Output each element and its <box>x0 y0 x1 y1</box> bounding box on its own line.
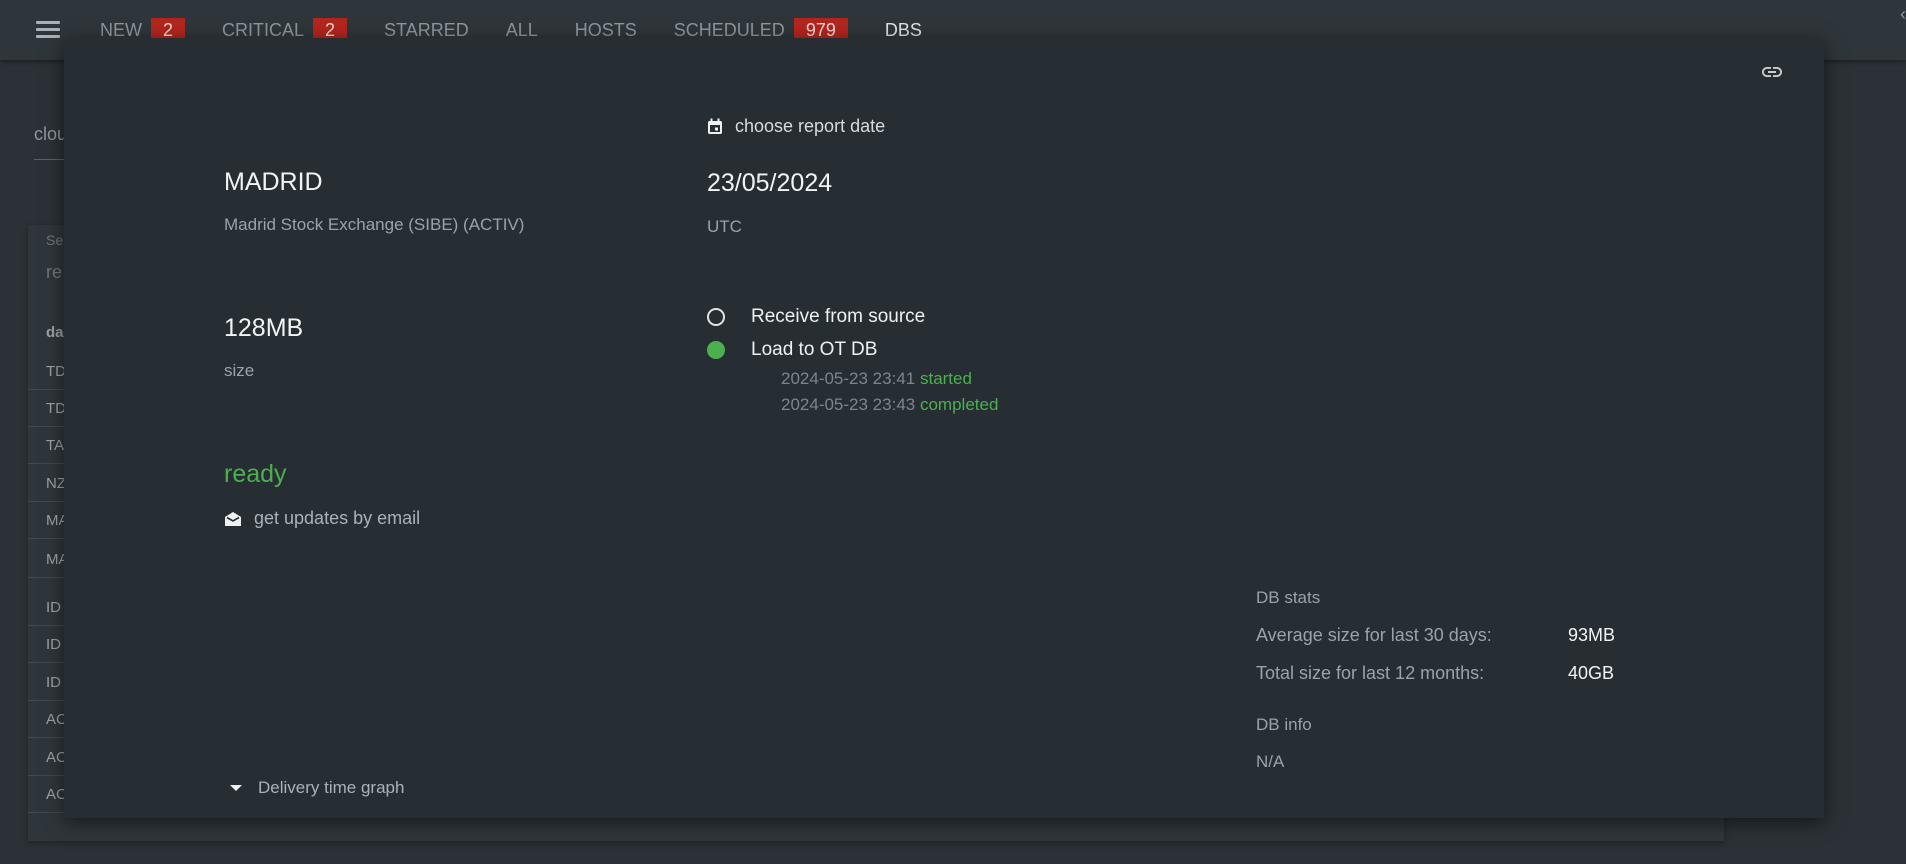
choose-report-date-button[interactable]: choose report date <box>707 116 885 137</box>
db-info-title: DB info <box>1256 715 1312 734</box>
db-info-value: N/A <box>1256 752 1285 771</box>
db-size-label: size <box>224 361 255 380</box>
step-label: Load to OT DB <box>751 339 878 360</box>
link-icon[interactable] <box>1760 60 1784 84</box>
db-size-value: 128MB <box>224 314 304 342</box>
step-load-to-ot-db: Load to OT DB <box>707 339 877 361</box>
report-date: 23/05/2024 <box>707 169 833 197</box>
get-updates-by-email-button[interactable]: get updates by email <box>224 508 420 529</box>
choose-report-date-label: choose report date <box>735 116 886 136</box>
background-filter-value: re <box>46 262 63 282</box>
delivery-time-graph-label: Delivery time graph <box>258 778 405 797</box>
status-ready-text: ready <box>224 460 287 488</box>
table-row[interactable]: ID <box>28 665 68 701</box>
db-stats-total-row: Total size for last 12 months: 40GB <box>1256 663 1614 684</box>
table-row[interactable]: NZ <box>28 466 68 502</box>
db-detail-dialog: choose report date MADRID Madrid Stock E… <box>64 38 1824 818</box>
db-description: Madrid Stock Exchange (SIBE) (ACTIV) <box>224 215 525 234</box>
table-row[interactable]: ID <box>28 590 68 626</box>
calendar-icon <box>708 118 722 134</box>
caret-down-icon <box>230 785 242 791</box>
background-filter-label: Se <box>46 232 64 248</box>
step-pending-indicator <box>707 308 725 326</box>
log-status: completed <box>919 395 999 414</box>
db-stats-average-row: Average size for last 30 days: 93MB <box>1256 625 1615 646</box>
stat-label: Total size for last 12 months: <box>1256 663 1485 683</box>
table-row[interactable]: TA <box>28 428 68 464</box>
step-label: Receive from source <box>751 306 926 327</box>
log-entry: 2024-05-23 23:41 started <box>781 369 972 389</box>
table-row[interactable]: AC <box>28 777 68 813</box>
table-row[interactable]: MA <box>28 503 69 539</box>
stat-value: 40GB <box>1568 663 1615 683</box>
table-row[interactable]: AC <box>28 740 68 776</box>
db-stats-title: DB stats <box>1256 588 1321 607</box>
table-row[interactable]: AC <box>28 702 68 738</box>
stat-value: 93MB <box>1568 625 1616 645</box>
step-done-indicator <box>707 341 725 359</box>
get-updates-by-email-label: get updates by email <box>254 508 421 528</box>
table-row[interactable]: TD <box>28 391 68 427</box>
table-row[interactable]: MA <box>28 542 69 578</box>
chevron-left-icon[interactable]: ‹ <box>1900 4 1906 25</box>
background-search-text: clou <box>34 124 68 144</box>
background-column-header: da <box>46 324 64 341</box>
log-entry: 2024-05-23 23:43 completed <box>781 395 998 415</box>
log-time: 2024-05-23 23:41 <box>781 369 916 388</box>
log-time: 2024-05-23 23:43 <box>781 395 916 414</box>
open-envelope-icon <box>225 511 241 526</box>
stat-label: Average size for last 30 days: <box>1256 625 1492 645</box>
hamburger-menu-icon[interactable] <box>36 21 60 39</box>
db-name: MADRID <box>224 168 323 196</box>
delivery-time-graph-toggle[interactable]: Delivery time graph <box>226 778 404 798</box>
table-row[interactable]: TD <box>28 354 68 390</box>
step-receive-from-source: Receive from source <box>707 306 925 328</box>
log-status: started <box>919 369 972 388</box>
table-row[interactable]: ID <box>28 627 68 663</box>
timezone-label: UTC <box>707 217 742 236</box>
